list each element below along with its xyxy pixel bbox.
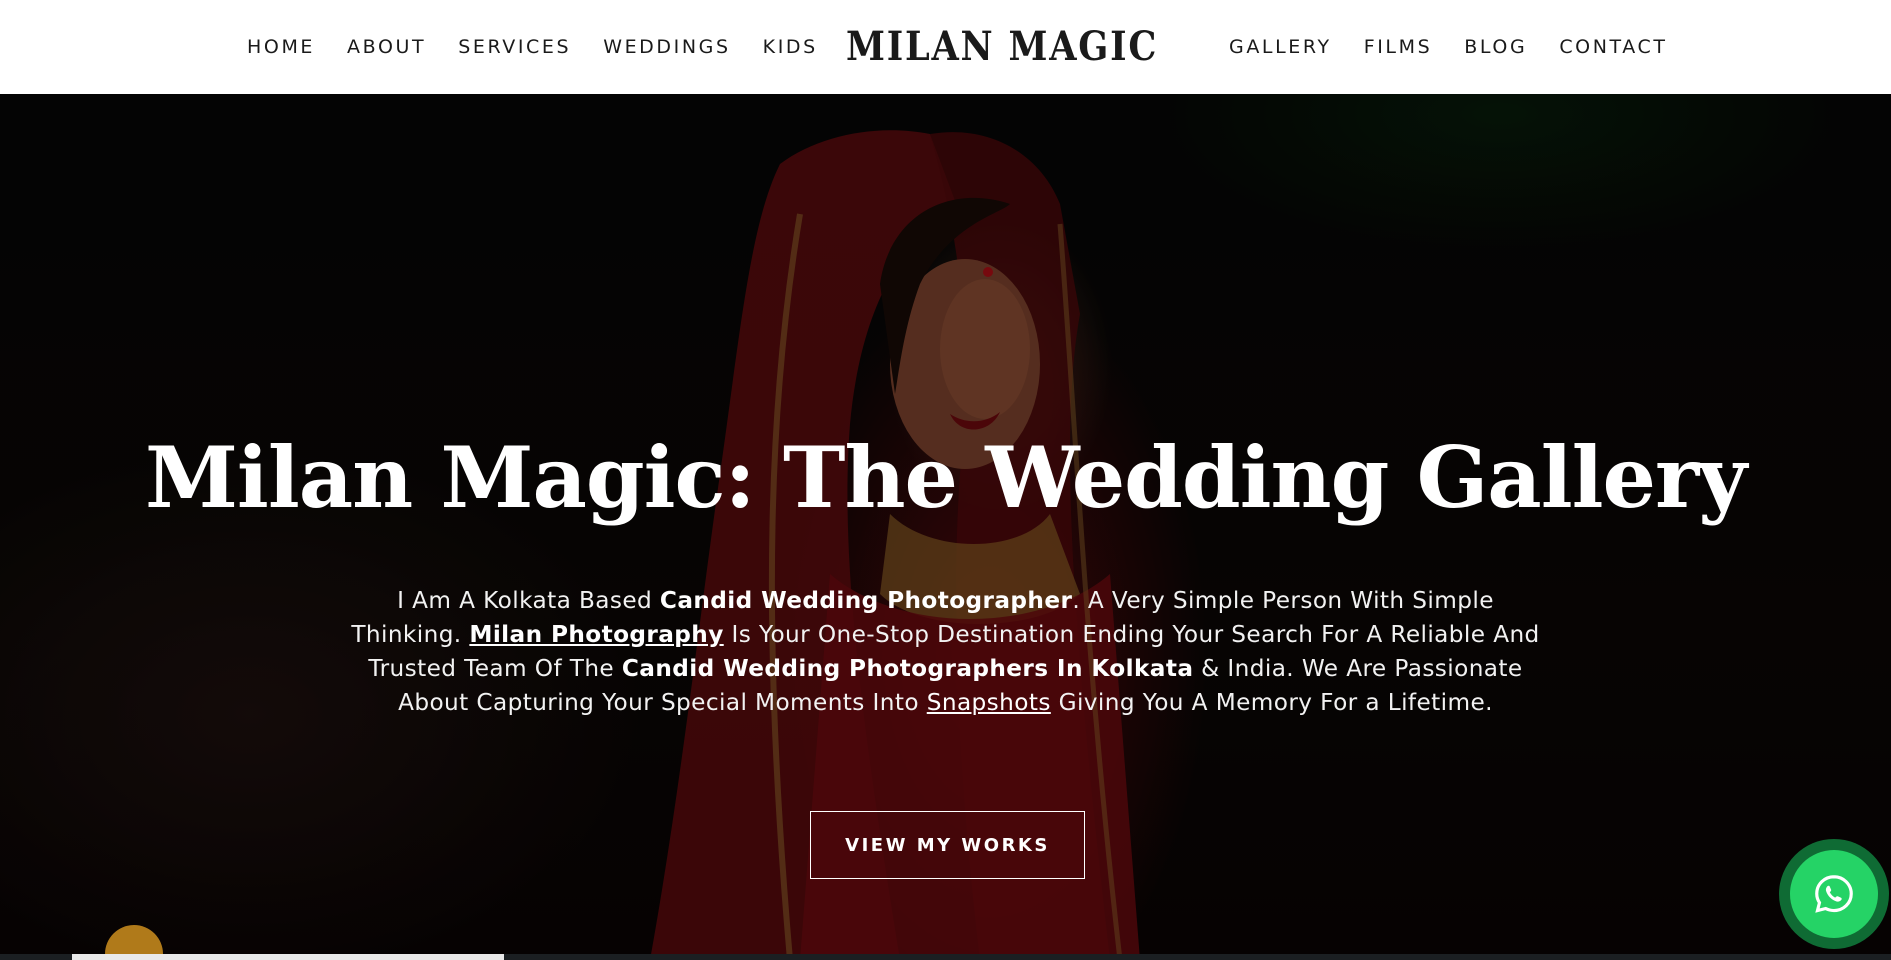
- nav-weddings[interactable]: WEDDINGS: [603, 36, 730, 58]
- view-my-works-button[interactable]: VIEW MY WORKS: [810, 811, 1085, 879]
- nav-gallery[interactable]: GALLERY: [1229, 36, 1332, 58]
- site-header: HOME ABOUT SERVICES WEDDINGS KIDS MILAN …: [0, 0, 1891, 94]
- nav-left: HOME ABOUT SERVICES WEDDINGS KIDS: [247, 0, 818, 94]
- nav-home[interactable]: HOME: [247, 36, 315, 58]
- nav-about[interactable]: ABOUT: [347, 36, 426, 58]
- hero-bold-kolkata: Candid Wedding Photographers In Kolkata: [621, 655, 1194, 682]
- nav-films[interactable]: FILMS: [1364, 36, 1433, 58]
- hero-description: I Am A Kolkata Based Candid Wedding Phot…: [351, 587, 1540, 716]
- whatsapp-icon: [1790, 850, 1878, 938]
- whatsapp-button[interactable]: [1779, 839, 1889, 949]
- hero-bold-photographer: Candid Wedding Photographer: [659, 587, 1073, 614]
- snapshots-link[interactable]: Snapshots: [927, 689, 1051, 716]
- milan-photography-link[interactable]: Milan Photography: [469, 621, 723, 648]
- nav-contact[interactable]: CONTACT: [1559, 36, 1667, 58]
- bottom-strip-highlight: [72, 954, 504, 960]
- nav-right: GALLERY FILMS BLOG CONTACT: [1229, 0, 1668, 94]
- hero-section: Milan Magic: The Wedding Gallery I Am A …: [0, 94, 1891, 960]
- nav-kids[interactable]: KIDS: [763, 36, 818, 58]
- hero-title: Milan Magic: The Wedding Gallery: [144, 428, 1747, 527]
- site-logo[interactable]: MILAN MAGIC: [846, 22, 1158, 72]
- nav-services[interactable]: SERVICES: [458, 36, 571, 58]
- nav-blog[interactable]: BLOG: [1464, 36, 1527, 58]
